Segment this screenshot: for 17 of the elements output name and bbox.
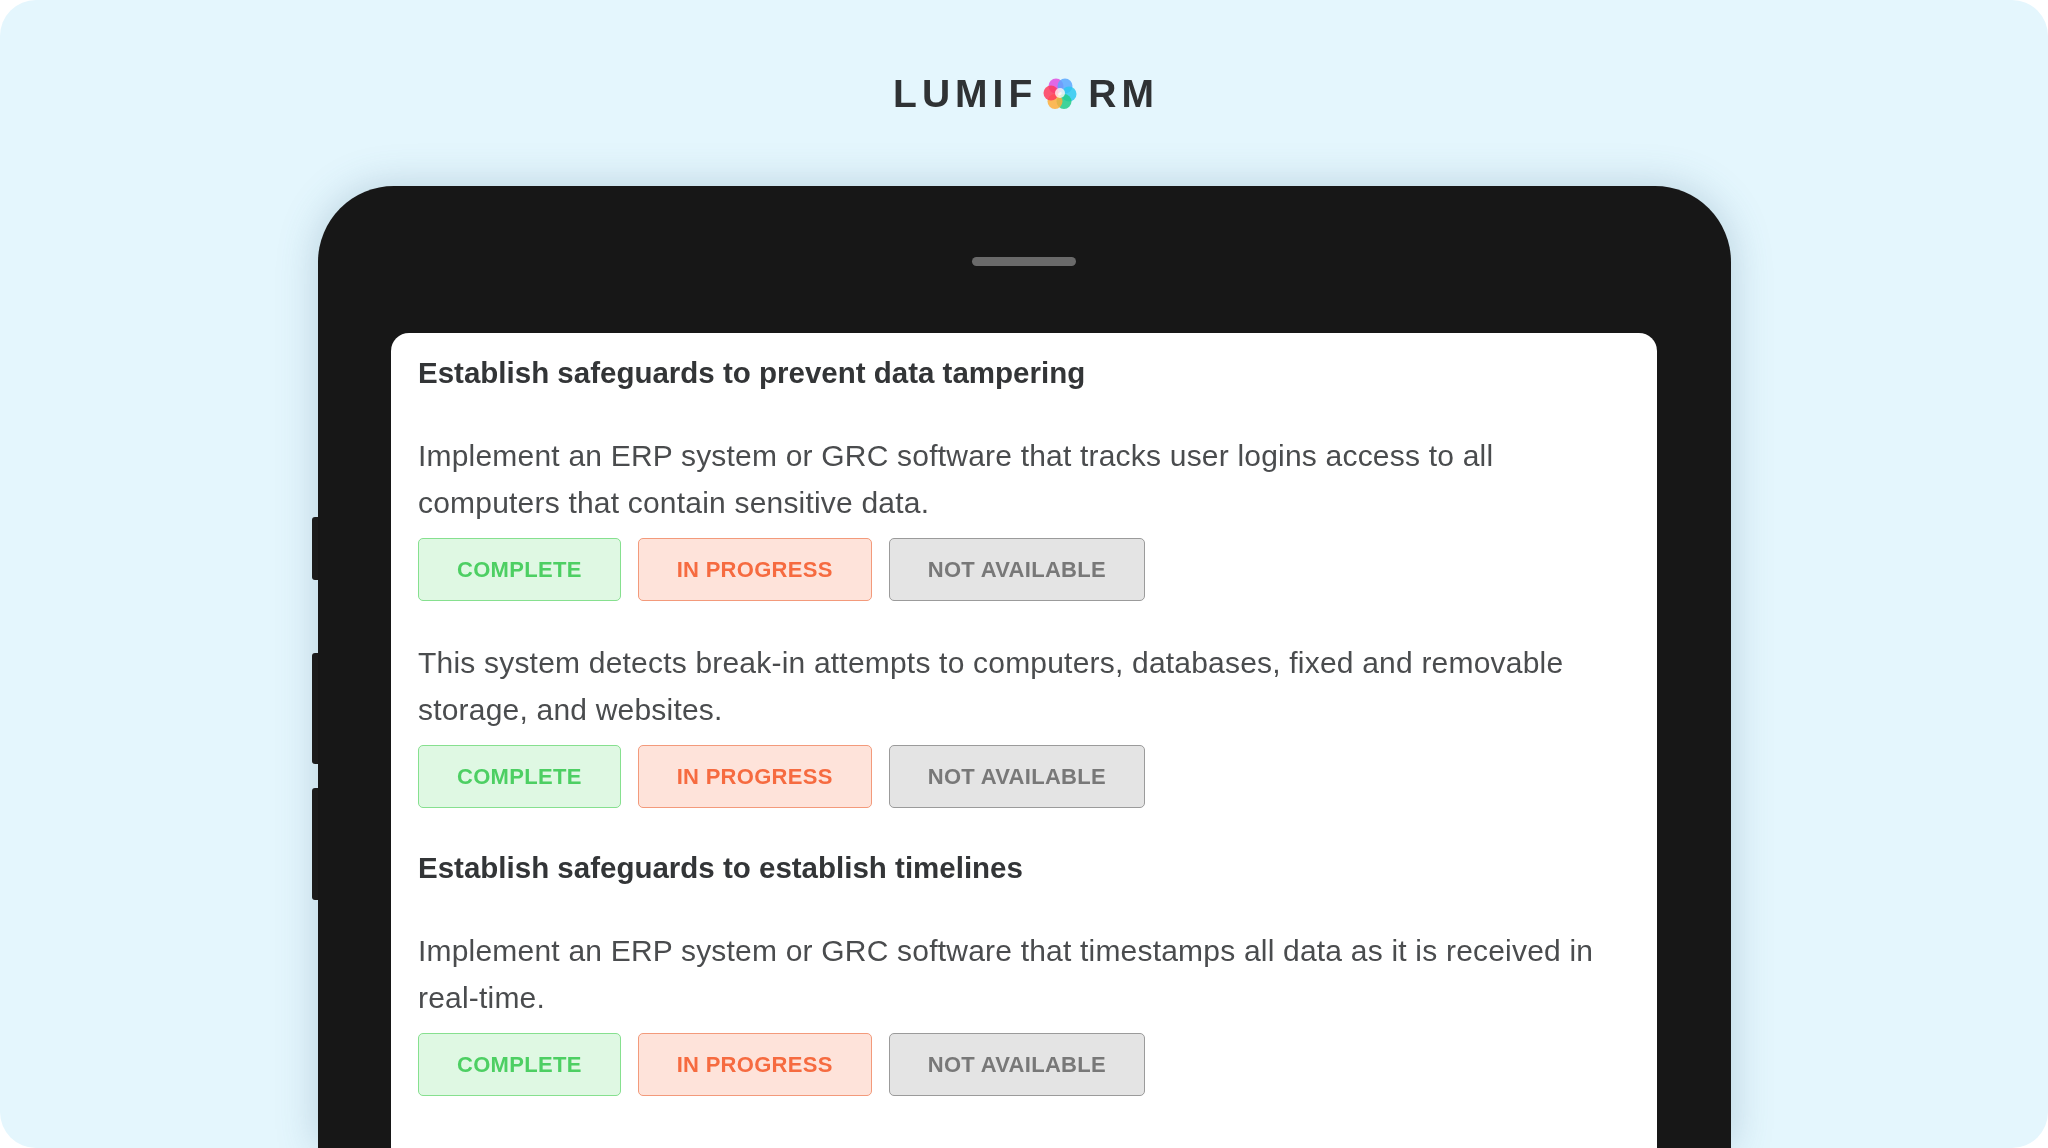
checklist-text: Implement an ERP system or GRC software that timestamps all data as it is received in real-time. bbox=[418, 933, 1595, 1016]
status-button[interactable]: IN PROGRESS bbox=[637, 538, 872, 601]
status-button[interactable]: IN PROGRESS bbox=[637, 745, 872, 808]
checklist-text: This system detects break-in attempts to computers, databases, fixed and removable storage, and websites. bbox=[418, 645, 1565, 728]
checklist-text: Implement an ERP system or GRC software that tracks user logins access to all computers that contain sensitive data. bbox=[418, 438, 1495, 521]
status-button[interactable]: NOT AVAILABLE bbox=[888, 1033, 1145, 1096]
section-heading: Establish safeguards to prevent data tampering bbox=[418, 355, 1087, 391]
flower-icon bbox=[1043, 76, 1078, 110]
status-button[interactable]: NOT AVAILABLE bbox=[888, 538, 1145, 601]
status-button[interactable]: COMPLETE bbox=[418, 538, 621, 601]
logo-text: RM bbox=[1088, 73, 1159, 113]
status-button[interactable]: IN PROGRESS bbox=[637, 1033, 872, 1096]
status-button[interactable]: COMPLETE bbox=[418, 1033, 621, 1096]
logo-text: LUMIF bbox=[893, 73, 1038, 113]
status-button[interactable]: NOT AVAILABLE bbox=[888, 745, 1145, 808]
section-heading: Establish safeguards to establish timelines bbox=[418, 850, 1024, 886]
status-button[interactable]: COMPLETE bbox=[418, 745, 621, 808]
